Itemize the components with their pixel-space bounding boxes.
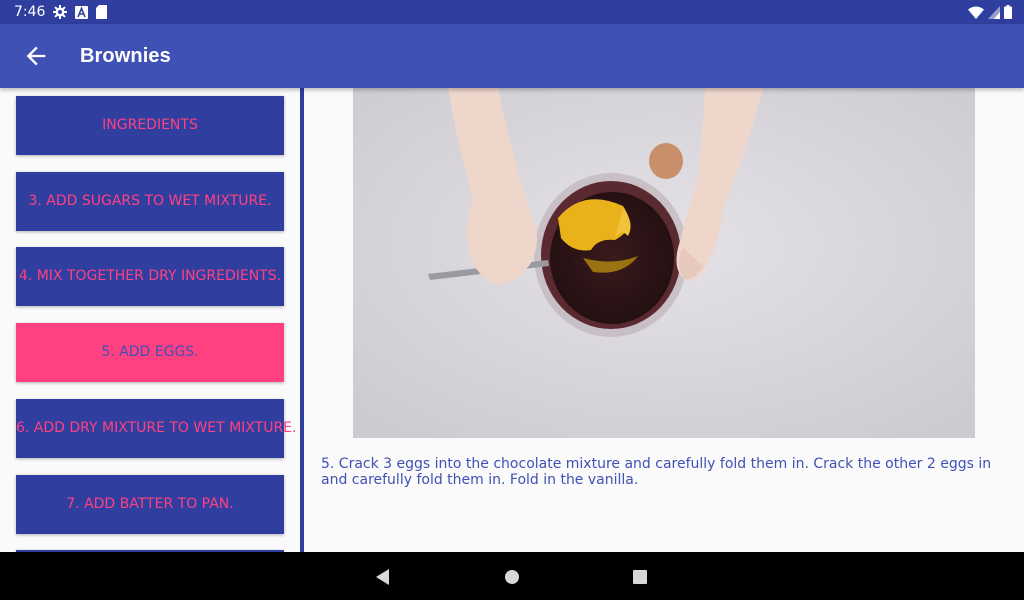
step-button-4[interactable]: 4. MIX TOGETHER DRY INGREDIENTS.	[16, 247, 284, 306]
recents-square-icon	[633, 570, 647, 584]
video-frame-image	[353, 88, 975, 438]
step-button-5-active[interactable]: 5. ADD EGGS.	[16, 323, 284, 382]
status-time: 7:46	[14, 4, 46, 20]
step-button-3[interactable]: 3. ADD SUGARS TO WET MIXTURE.	[16, 172, 284, 231]
step-button-ingredients[interactable]: INGREDIENTS	[16, 96, 284, 155]
back-triangle-icon	[376, 569, 389, 585]
app-bar: Brownies	[0, 24, 1024, 88]
step-description: 5. Crack 3 eggs into the chocolate mixtu…	[321, 456, 992, 488]
step-button-7[interactable]: 7. ADD BATTER TO PAN.	[16, 475, 284, 534]
status-icons-right	[968, 5, 1012, 19]
home-circle-icon	[505, 570, 519, 584]
signal-icon	[988, 5, 1000, 19]
nav-back-button[interactable]	[372, 566, 394, 588]
arrow-back-icon	[26, 46, 46, 66]
step-list[interactable]: INGREDIENTS 3. ADD SUGARS TO WET MIXTURE…	[0, 88, 300, 552]
step-button-6[interactable]: 6. ADD DRY MIXTURE TO WET MIXTURE.	[16, 399, 296, 458]
nav-recents-button[interactable]	[629, 566, 651, 588]
status-bar: 7:46	[0, 0, 1024, 24]
sd-card-icon	[96, 5, 107, 19]
page-title: Brownies	[80, 45, 171, 67]
settings-icon	[53, 5, 67, 19]
wifi-icon	[968, 6, 984, 19]
nav-home-button[interactable]	[501, 566, 523, 588]
back-button[interactable]	[22, 42, 50, 70]
step-detail: 5. Crack 3 eggs into the chocolate mixtu…	[304, 88, 1024, 552]
system-nav-bar	[0, 552, 1024, 600]
a-letter-icon	[75, 5, 88, 19]
step-video-player[interactable]	[353, 88, 975, 438]
status-icons-left	[53, 5, 107, 19]
battery-icon	[1004, 5, 1012, 19]
